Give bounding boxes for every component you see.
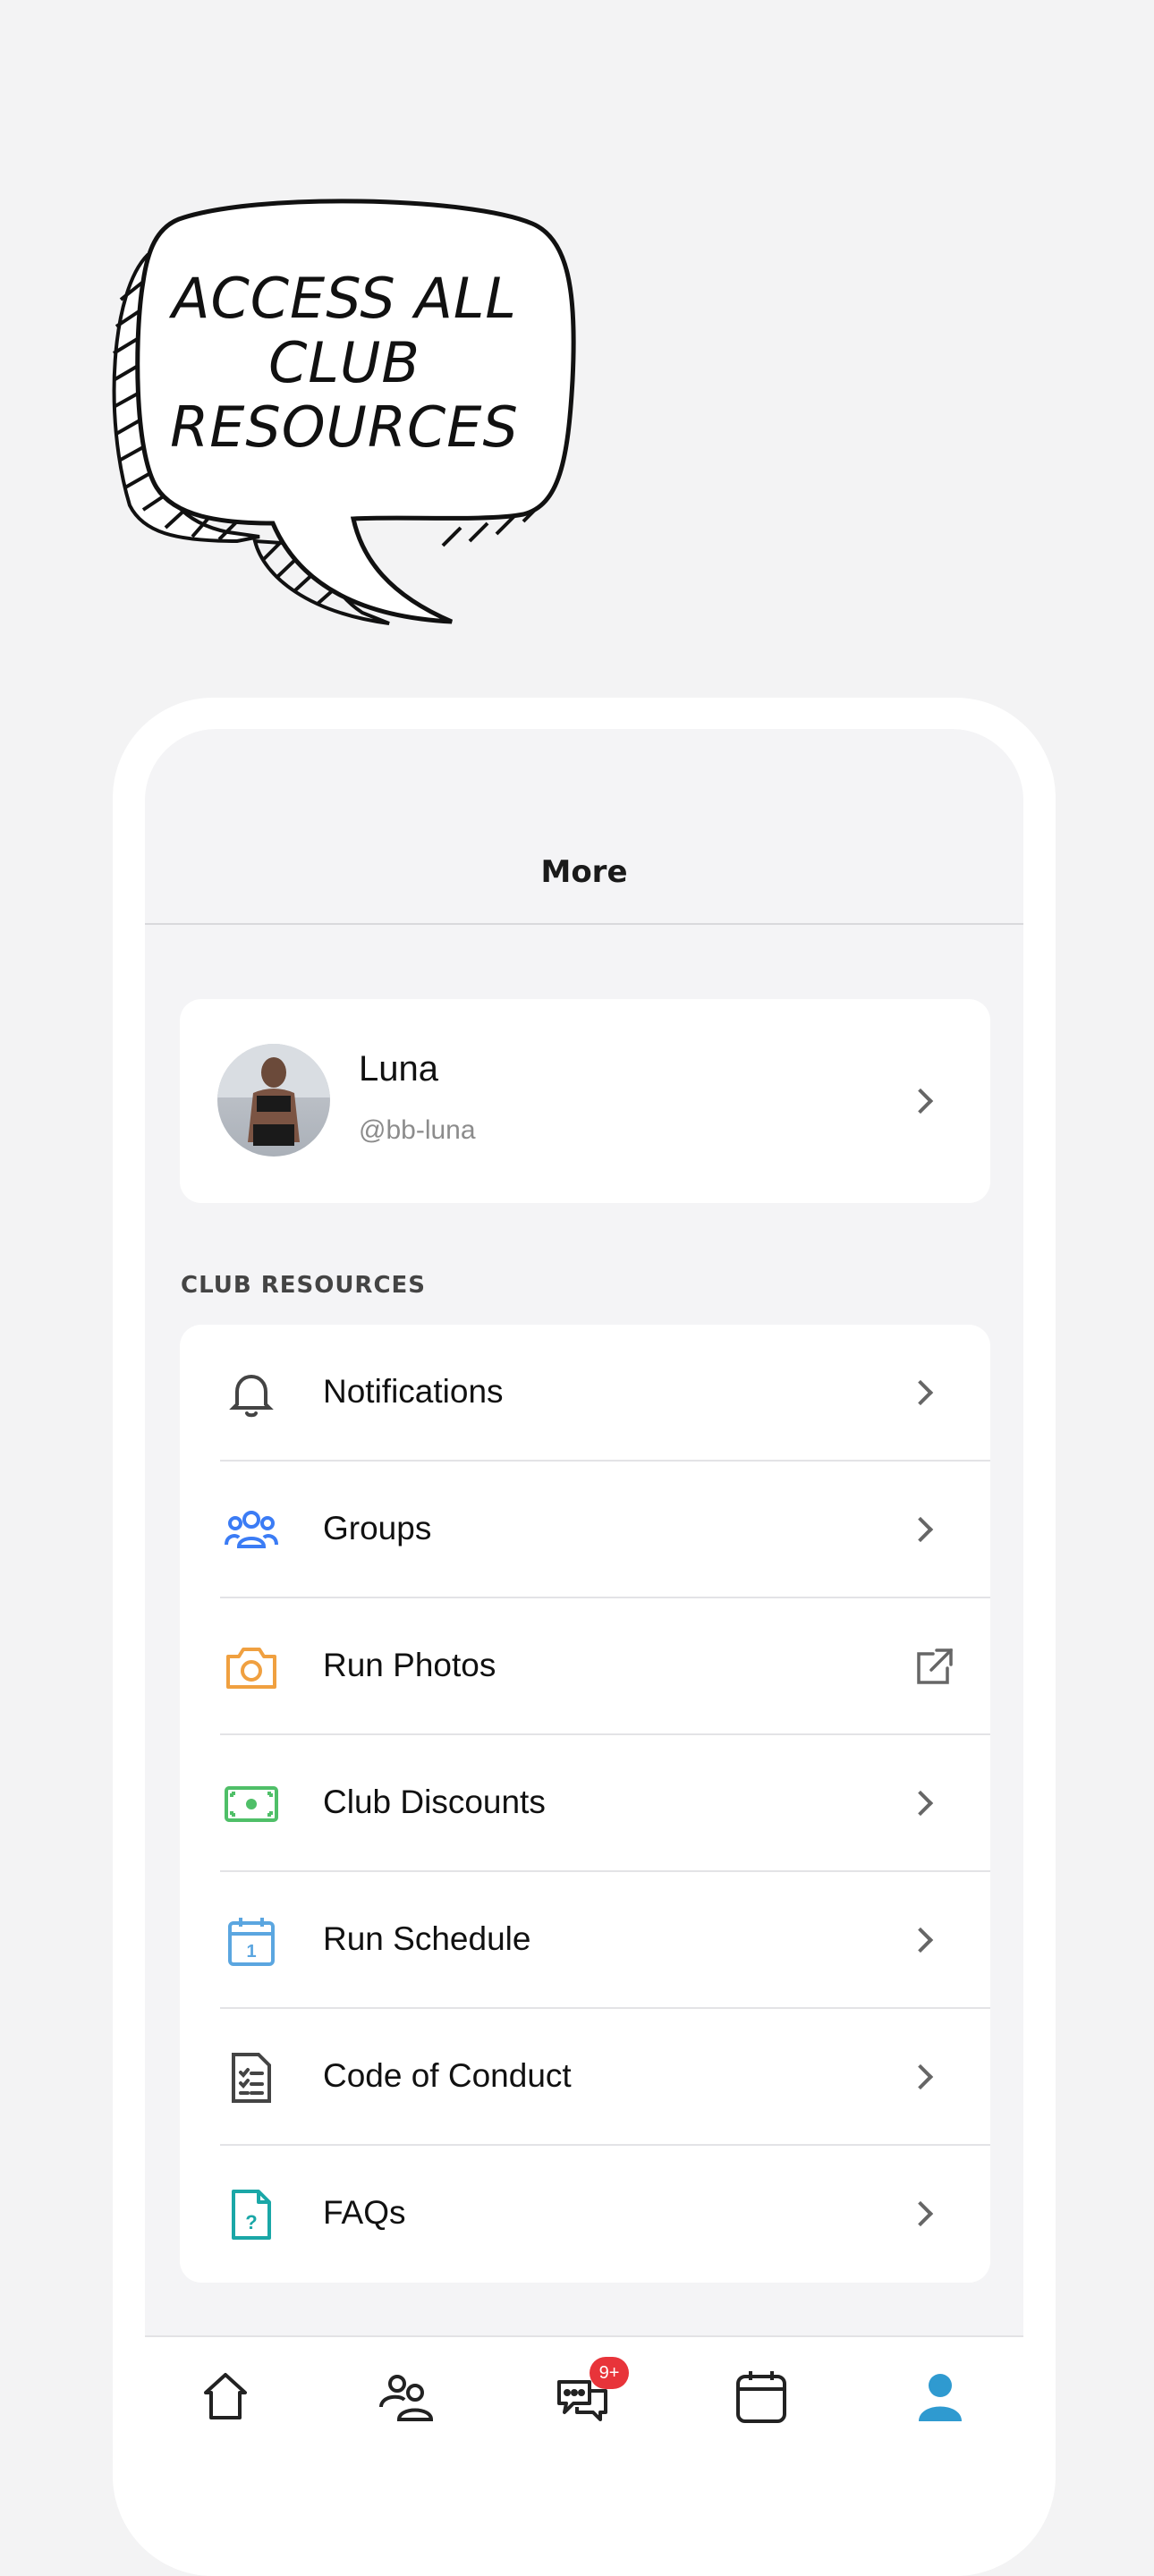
app-screen: More Luna @bb-luna CLUB RESOURCES Notifi…	[145, 729, 1023, 2501]
headline-line-2: CLUB	[268, 330, 420, 395]
camera-icon	[226, 1648, 276, 1689]
calendar-tab-icon[interactable]	[733, 2368, 790, 2425]
item-label: Run Photos	[323, 1647, 496, 1683]
chevron-right-icon	[907, 1790, 934, 1817]
faq-icon: ?	[232, 2190, 271, 2240]
tab-bar: 9+	[145, 2335, 1023, 2501]
profile-tab-icon[interactable]	[912, 2368, 969, 2425]
chevron-right-icon	[907, 2200, 934, 2227]
external-link-icon	[917, 1648, 953, 1684]
calendar-icon: 1	[228, 1918, 275, 1966]
list-item-code-of-conduct[interactable]: Code of Conduct	[180, 2009, 990, 2146]
chevron-right-icon	[907, 1088, 934, 1114]
item-label: FAQs	[323, 2194, 406, 2231]
item-label: Notifications	[323, 1373, 504, 1410]
page-title: More	[540, 854, 628, 890]
profile-name: Luna	[359, 1049, 438, 1089]
resources-list: Notifications Groups Run Photos Club Dis…	[180, 1325, 990, 2283]
section-label: CLUB RESOURCES	[181, 1272, 427, 1299]
friends-tab-icon[interactable]	[376, 2368, 433, 2425]
svg-text:?: ?	[245, 2211, 257, 2233]
avatar	[217, 1044, 330, 1157]
list-item-run-photos[interactable]: Run Photos	[180, 1598, 990, 1735]
chevron-right-icon	[907, 1379, 934, 1406]
checklist-icon	[232, 2053, 271, 2103]
list-item-faqs[interactable]: ? FAQs	[180, 2146, 990, 2283]
item-label: Run Schedule	[323, 1920, 531, 1957]
svg-text:1: 1	[246, 1942, 256, 1962]
cash-icon	[225, 1786, 278, 1822]
bell-icon	[229, 1374, 274, 1418]
profile-handle: @bb-luna	[359, 1115, 476, 1145]
headline-line-3: RESOURCES	[170, 394, 519, 460]
item-label: Code of Conduct	[323, 2057, 572, 2094]
list-item-club-discounts[interactable]: Club Discounts	[180, 1735, 990, 1872]
list-item-run-schedule[interactable]: 1 Run Schedule	[180, 1872, 990, 2009]
users-icon	[225, 1511, 278, 1548]
messages-badge: 9+	[590, 2357, 629, 2389]
list-item-groups[interactable]: Groups	[180, 1462, 990, 1598]
item-label: Groups	[323, 1510, 432, 1546]
profile-card[interactable]: Luna @bb-luna	[180, 999, 990, 1203]
chevron-right-icon	[907, 1927, 934, 1953]
item-label: Club Discounts	[323, 1784, 546, 1820]
promo-headline: ACCESS ALL CLUB RESOURCES	[130, 267, 559, 460]
chevron-right-icon	[907, 1516, 934, 1543]
chevron-right-icon	[907, 2063, 934, 2090]
home-tab-icon[interactable]	[197, 2368, 254, 2425]
nav-header: More	[145, 729, 1023, 925]
headline-line-1: ACCESS ALL	[172, 266, 517, 331]
list-item-notifications[interactable]: Notifications	[180, 1325, 990, 1462]
